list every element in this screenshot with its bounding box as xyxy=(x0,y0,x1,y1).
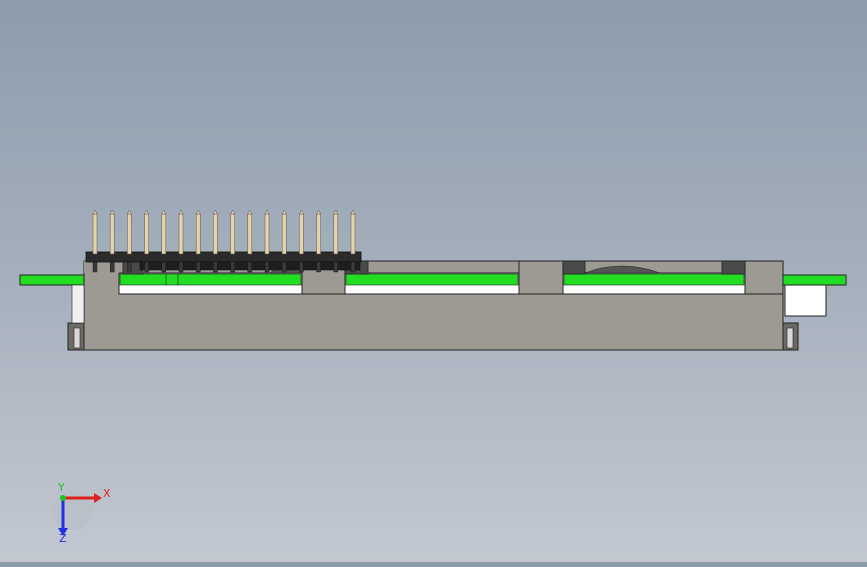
header-pin-stub xyxy=(161,261,167,273)
header-pin xyxy=(350,213,356,255)
header-pin-tip xyxy=(230,209,236,215)
housing-windows xyxy=(118,272,746,295)
header-pin xyxy=(161,213,167,255)
header-pin-tip xyxy=(333,209,339,215)
header-pin xyxy=(264,213,270,255)
header-pin xyxy=(109,213,115,255)
header-pin-stub xyxy=(92,261,98,273)
z-axis-label: Z xyxy=(59,532,67,545)
header-pin xyxy=(333,213,339,255)
header-pin-tip xyxy=(161,209,167,215)
header-pin-tip xyxy=(144,209,150,215)
header-pin xyxy=(247,213,253,255)
header-pin xyxy=(213,213,218,255)
header-pin-stub xyxy=(127,261,132,273)
header-pin-stub xyxy=(213,261,218,273)
header-pin-stub xyxy=(109,261,115,273)
x-axis-label: X xyxy=(103,487,111,500)
model-canvas[interactable]: X Y Z xyxy=(0,0,867,562)
header-pin-tip xyxy=(298,209,304,215)
header-pin-stub xyxy=(178,261,184,273)
header-pin-stub xyxy=(282,261,287,273)
cad-viewport[interactable]: X Y Z xyxy=(0,0,867,562)
header-pin-tip xyxy=(195,209,201,215)
header-pin-stub xyxy=(299,261,304,273)
header-pin-tip xyxy=(178,209,184,215)
y-axis-label: Y xyxy=(57,481,65,494)
header-pin xyxy=(230,213,235,255)
header-pin-stub xyxy=(316,261,321,273)
header-pin-tip xyxy=(212,209,218,215)
header-pin-stub xyxy=(144,261,149,273)
header-pin xyxy=(178,213,184,255)
header-pin-tip xyxy=(281,209,287,215)
header-pin-stub xyxy=(195,261,201,273)
header-pin-tip xyxy=(264,209,270,215)
header-pin xyxy=(316,213,321,255)
header-pin-tip xyxy=(109,209,115,215)
x-axis-arrow-icon xyxy=(94,493,102,503)
header-pin xyxy=(144,213,149,255)
axis-triad[interactable]: X Y Z xyxy=(52,481,111,545)
header-pin-stub xyxy=(247,261,253,273)
header-pin xyxy=(299,213,304,255)
header-pin-tip xyxy=(350,209,356,215)
header-pin-tip xyxy=(247,209,253,215)
header-pin xyxy=(127,213,132,255)
y-axis-dot-icon xyxy=(60,495,66,501)
header-pin-stub xyxy=(350,261,356,273)
header-pin-tip xyxy=(126,209,132,215)
header-pin-stub xyxy=(333,261,338,273)
header-pin xyxy=(195,213,201,255)
header-pin-tip xyxy=(92,209,98,215)
header-pin-tip xyxy=(316,209,322,215)
header-pin-stub xyxy=(264,261,270,273)
header-pin-stub xyxy=(230,261,235,273)
header-pin xyxy=(92,213,98,255)
triad-base xyxy=(52,490,92,530)
header-pin xyxy=(281,213,287,255)
